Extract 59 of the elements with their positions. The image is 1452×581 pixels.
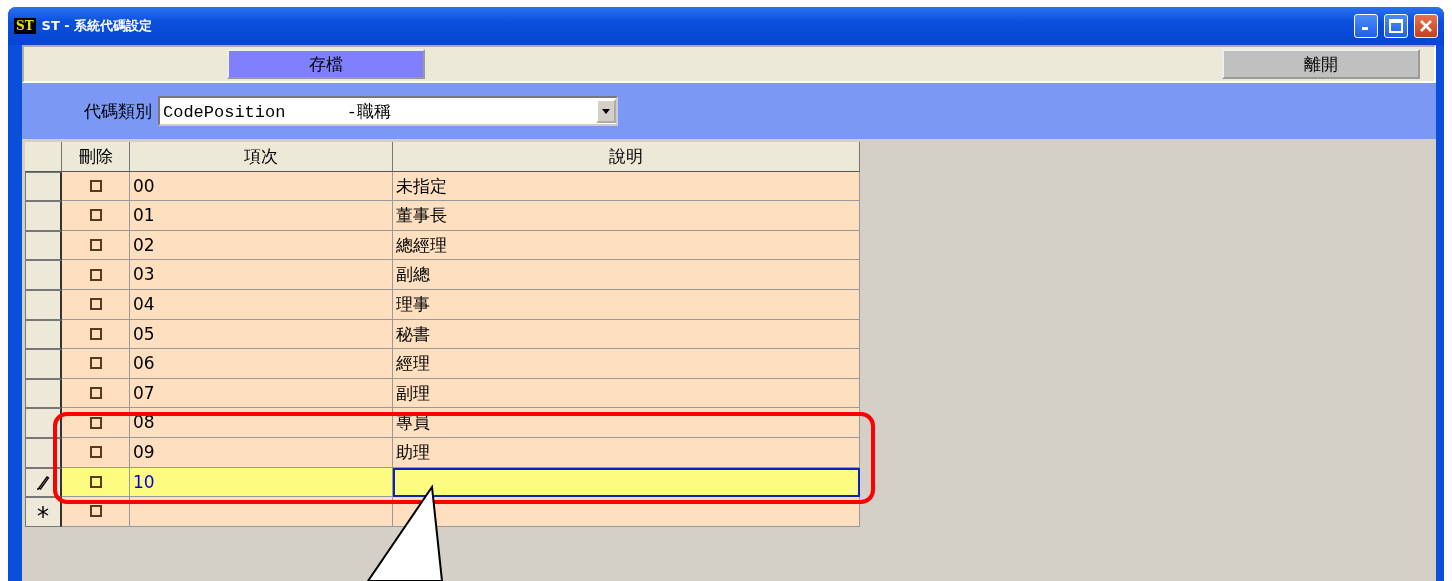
description-cell: 未指定 <box>393 171 860 202</box>
delete-checkbox[interactable] <box>89 357 102 370</box>
row-header[interactable] <box>25 201 62 231</box>
asterisk-icon <box>37 505 49 518</box>
code-cell: 10 <box>130 467 393 498</box>
delete-checkbox[interactable] <box>89 327 102 340</box>
save-button[interactable]: 存檔 <box>227 49 425 79</box>
code-cell: 06 <box>130 349 393 379</box>
code-cell: 03 <box>130 260 393 290</box>
delete-checkbox[interactable] <box>89 239 102 252</box>
delete-checkbox[interactable] <box>89 209 102 222</box>
code-cell: 07 <box>130 378 393 409</box>
row-header[interactable] <box>25 260 62 290</box>
code-cell: 00 <box>130 171 393 202</box>
category-dropdown[interactable]: CodePosition -職稱 <box>158 96 618 126</box>
row-header[interactable] <box>25 319 62 350</box>
delete-checkbox[interactable] <box>89 179 102 192</box>
close-button[interactable] <box>1414 14 1438 38</box>
description-cell: 總經理 <box>393 230 860 261</box>
field-label: 代碼類別 <box>84 99 152 123</box>
row-header[interactable] <box>25 408 62 438</box>
row-header[interactable] <box>25 378 62 409</box>
column-header[interactable]: 項次 <box>130 142 393 172</box>
description-cell: 理事 <box>393 289 860 320</box>
close-icon <box>1419 19 1433 33</box>
delete-checkbox[interactable] <box>89 446 102 459</box>
app-icon: ST <box>14 18 36 34</box>
row-header[interactable] <box>25 349 62 379</box>
code-cell: 01 <box>130 201 393 231</box>
maximize-icon <box>1389 19 1403 33</box>
description-cell: 董事長 <box>393 201 860 231</box>
delete-checkbox[interactable] <box>89 505 102 518</box>
column-header[interactable]: 說明 <box>393 142 860 172</box>
row-header[interactable] <box>25 289 62 320</box>
row-header[interactable] <box>25 497 62 527</box>
window-title: ST - 系統代碼設定 <box>41 17 154 35</box>
column-header[interactable]: 刪除 <box>62 142 130 172</box>
delete-checkbox[interactable] <box>89 475 102 488</box>
description-cell: 助理 <box>393 437 860 468</box>
maximize-button[interactable] <box>1384 14 1408 38</box>
minimize-button[interactable] <box>1354 14 1378 38</box>
corner-header[interactable] <box>25 142 62 172</box>
code-cell: 04 <box>130 289 393 320</box>
description-cell: 秘書 <box>393 319 860 350</box>
code-cell: 09 <box>130 437 393 468</box>
description-cell: 副總 <box>393 260 860 290</box>
description-cell: 經理 <box>393 349 860 379</box>
exit-button[interactable]: 離開 <box>1222 49 1420 79</box>
description-input[interactable] <box>393 467 860 498</box>
delete-checkbox[interactable] <box>89 298 102 311</box>
delete-checkbox[interactable] <box>89 416 102 429</box>
code-cell: 02 <box>130 230 393 261</box>
description-cell: 副理 <box>393 378 860 409</box>
code-cell: 05 <box>130 319 393 350</box>
delete-checkbox[interactable] <box>89 268 102 281</box>
row-header[interactable] <box>25 171 62 202</box>
delete-checkbox[interactable] <box>89 387 102 400</box>
row-header[interactable] <box>25 230 62 261</box>
pencil-icon <box>36 474 50 491</box>
